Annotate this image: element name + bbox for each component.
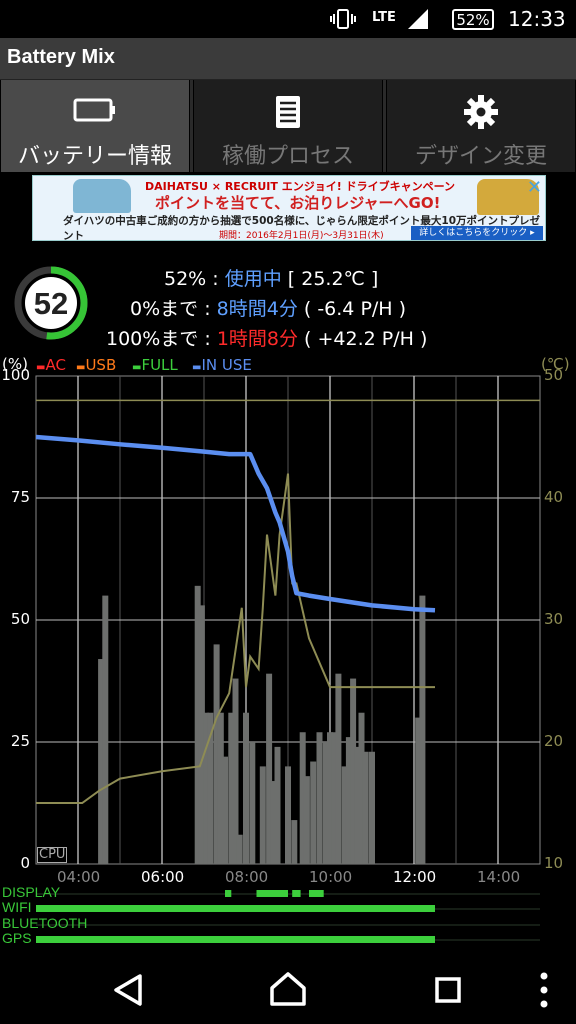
battery-history-chart — [35, 375, 541, 943]
y-tick-left: 75 — [10, 488, 30, 506]
indicator-label-bluetooth: BLUETOOTH — [2, 915, 88, 931]
cpu-bar — [316, 732, 323, 864]
cpu-bar — [285, 766, 291, 864]
indicator-segment — [225, 890, 232, 897]
y-tick-left: 50 — [10, 610, 30, 628]
cpu-bar — [291, 820, 298, 864]
x-tick: 14:00 — [477, 868, 521, 886]
cpu-bar — [236, 834, 243, 864]
cpu-bar — [274, 746, 281, 864]
y-tick-right: 30 — [544, 610, 564, 628]
y-tick-right: 10 — [544, 854, 564, 872]
cpu-bar — [102, 595, 109, 864]
x-tick: 04:00 — [57, 868, 101, 886]
cpu-bar — [303, 776, 310, 864]
recents-icon[interactable] — [424, 966, 472, 1014]
y-tick-right: 20 — [544, 732, 564, 750]
navigation-bar — [0, 952, 576, 1024]
home-icon[interactable] — [264, 966, 312, 1014]
x-tick: 10:00 — [309, 868, 353, 886]
y-tick-right: 50 — [544, 366, 564, 384]
cpu-label: CPU — [37, 847, 68, 863]
y-tick-left: 100 — [1, 366, 30, 384]
indicator-label-gps: GPS — [2, 930, 32, 946]
cpu-bar — [310, 761, 317, 864]
cpu-bar — [249, 742, 256, 864]
cpu-bar — [335, 673, 342, 864]
x-tick: 06:00 — [141, 868, 185, 886]
battery-level-line — [35, 434, 436, 613]
indicator-segment — [292, 890, 301, 897]
cpu-bar — [362, 751, 369, 864]
indicator-label-wifi: WIFI — [2, 899, 32, 915]
y-tick-right: 40 — [544, 488, 564, 506]
y-tick-left: 0 — [20, 854, 30, 872]
overflow-menu-icon[interactable] — [520, 966, 568, 1014]
indicator-segment — [36, 905, 435, 912]
indicator-segment — [309, 890, 324, 897]
cpu-bar — [243, 712, 249, 864]
indicator-label-display: DISPLAY — [2, 884, 61, 900]
cpu-bar — [419, 595, 426, 864]
cpu-bar — [369, 751, 375, 864]
indicator-segment — [36, 936, 435, 943]
y-tick-left: 25 — [10, 732, 30, 750]
indicator-segment — [256, 890, 288, 897]
cpu-bar — [222, 756, 228, 864]
x-tick: 12:00 — [393, 868, 437, 886]
x-tick: 08:00 — [225, 868, 269, 886]
cpu-bar — [259, 766, 266, 864]
back-icon[interactable] — [104, 966, 152, 1014]
